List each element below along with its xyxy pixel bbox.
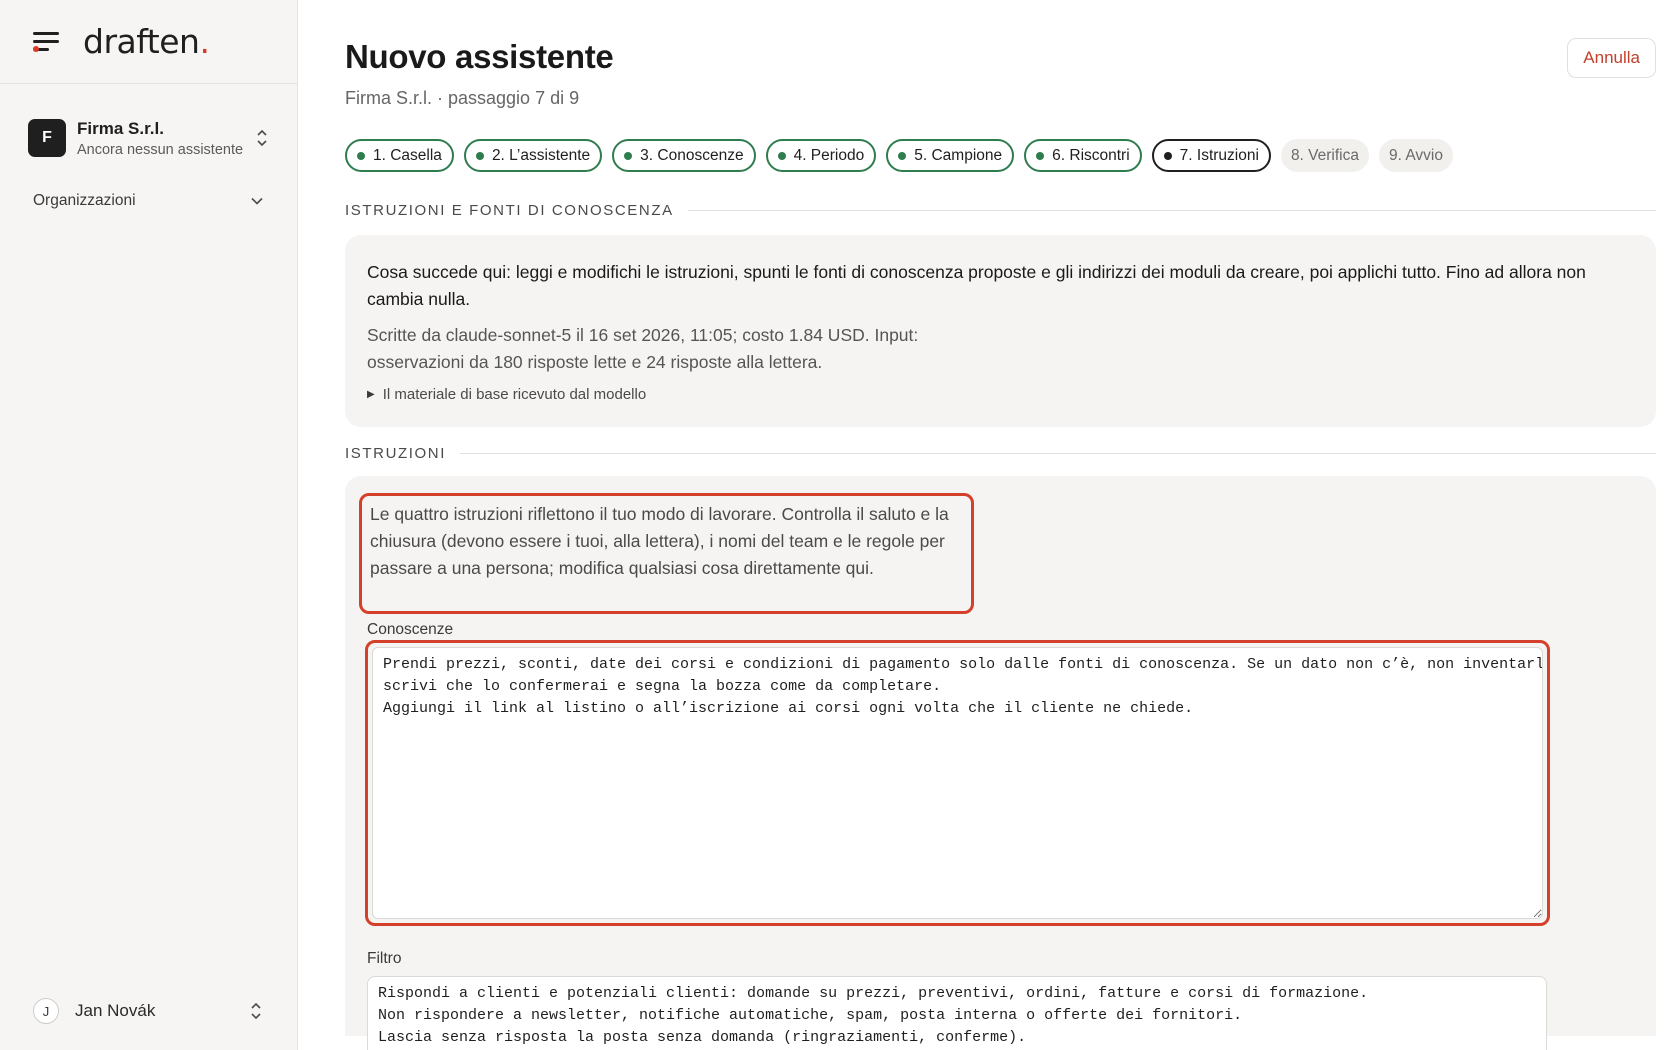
instructions-card: Le quattro istruzioni riflettono il tuo … <box>345 476 1656 1050</box>
section-label: ISTRUZIONI <box>345 445 446 462</box>
knowledge-highlight <box>365 640 1550 926</box>
section-divider <box>460 453 1656 454</box>
page-subtitle: Firma S.r.l. · passaggio 7 di 9 <box>345 88 580 108</box>
stepper: 1. Casella 2. L’assistente 3. Conoscenze 4.… <box>345 139 1656 172</box>
user-menu[interactable]: J Jan Novák <box>33 998 263 1024</box>
source-material-label: Il materiale di base ricevuto dal modell… <box>382 386 647 403</box>
sidebar: draften. F Firma S.r.l. Ancora nessun as… <box>0 0 298 1050</box>
step-label: 8. Verifica <box>1290 146 1359 164</box>
logo-dot: . <box>199 22 210 61</box>
step-label: 2. L’assistente <box>491 146 591 164</box>
step-status-dot <box>624 151 633 160</box>
step-1[interactable]: 1. Casella <box>345 139 454 172</box>
main-content: Nuovo assistente Firma S.r.l. · passaggi… <box>298 0 1680 1050</box>
step-label: 1. Casella <box>373 146 442 164</box>
section-label: ISTRUZIONI E FONTI DI CONOSCENZA <box>345 202 674 219</box>
step-status-dot <box>1036 151 1045 160</box>
step-9[interactable]: 9. Avvio <box>1379 139 1454 172</box>
filter-textarea[interactable] <box>367 976 1547 1050</box>
step-label: 9. Avvio <box>1389 146 1444 164</box>
org-subtitle: Ancora nessun assistente <box>77 141 244 158</box>
menu-icon[interactable] <box>33 31 59 52</box>
chevron-up-down-icon <box>251 1002 261 1020</box>
page-title: Nuovo assistente <box>345 38 614 75</box>
generation-meta: Scritte da claude-sonnet-5 il 16 set 202… <box>367 325 919 372</box>
app-root: draften. F Firma S.r.l. Ancora nessun as… <box>0 0 1680 1050</box>
org-name: Firma S.r.l. <box>77 118 164 138</box>
org-avatar: F <box>28 119 66 157</box>
info-text: Cosa succede qui: leggi e modifichi le i… <box>367 262 1586 309</box>
user-name: Jan Novák <box>75 1001 156 1020</box>
instructions-section-header: ISTRUZIONI <box>345 445 1656 462</box>
step-6[interactable]: 6. Riscontri <box>1024 139 1142 172</box>
step-4[interactable]: 4. Periodo <box>765 139 877 172</box>
org-switcher[interactable]: F Firma S.r.l. Ancora nessun assistente <box>0 116 297 160</box>
step-7[interactable]: 7. Istruzioni <box>1151 139 1271 172</box>
step-3[interactable]: 3. Conoscenze <box>612 139 756 172</box>
page-header: Nuovo assistente Firma S.r.l. · passaggi… <box>345 0 1656 109</box>
logo: draften. <box>83 22 210 61</box>
organizations-toggle[interactable]: Organizzazioni <box>33 192 263 210</box>
logo-text: draften <box>83 22 200 61</box>
info-card: Cosa succede qui: leggi e modifichi le i… <box>345 235 1656 427</box>
instructions-intro-highlight: Le quattro istruzioni riflettono il tuo … <box>359 493 974 614</box>
sources-section-header: ISTRUZIONI E FONTI DI CONOSCENZA <box>345 202 1656 219</box>
step-status-dot <box>777 151 786 160</box>
step-status-dot <box>475 151 484 160</box>
chevron-up-down-icon <box>257 129 267 147</box>
step-status-dot <box>1163 151 1172 160</box>
chevron-down-icon <box>251 197 263 205</box>
source-material-toggle[interactable]: ▶ Il materiale di base ricevuto dal mode… <box>367 386 1634 403</box>
step-label: 7. Istruzioni <box>1179 146 1259 164</box>
step-status-dot <box>898 151 907 160</box>
title-block: Nuovo assistente Firma S.r.l. · passaggi… <box>345 38 614 109</box>
step-label: 4. Periodo <box>793 146 865 164</box>
step-8[interactable]: 8. Verifica <box>1280 139 1369 172</box>
organizations-label: Organizzazioni <box>33 192 136 209</box>
step-label: 6. Riscontri <box>1052 146 1130 164</box>
step-2[interactable]: 2. L’assistente <box>463 139 603 172</box>
step-label: 3. Conoscenze <box>640 146 744 164</box>
org-text: Firma S.r.l. Ancora nessun assistente <box>77 119 255 158</box>
knowledge-textarea[interactable] <box>372 647 1543 919</box>
step-label: 5. Campione <box>914 146 1003 164</box>
knowledge-label: Conoscenze <box>367 621 454 638</box>
step-status-dot <box>357 151 365 160</box>
brand-bar: draften. <box>0 0 297 84</box>
cancel-button[interactable]: Annulla <box>1567 38 1656 78</box>
user-avatar: J <box>33 998 59 1024</box>
instructions-intro: Le quattro istruzioni riflettono il tuo … <box>370 504 949 578</box>
section-divider <box>687 210 1656 211</box>
step-5[interactable]: 5. Campione <box>886 139 1015 172</box>
triangle-right-icon: ▶ <box>367 389 375 400</box>
filter-label: Filtro <box>367 950 402 967</box>
